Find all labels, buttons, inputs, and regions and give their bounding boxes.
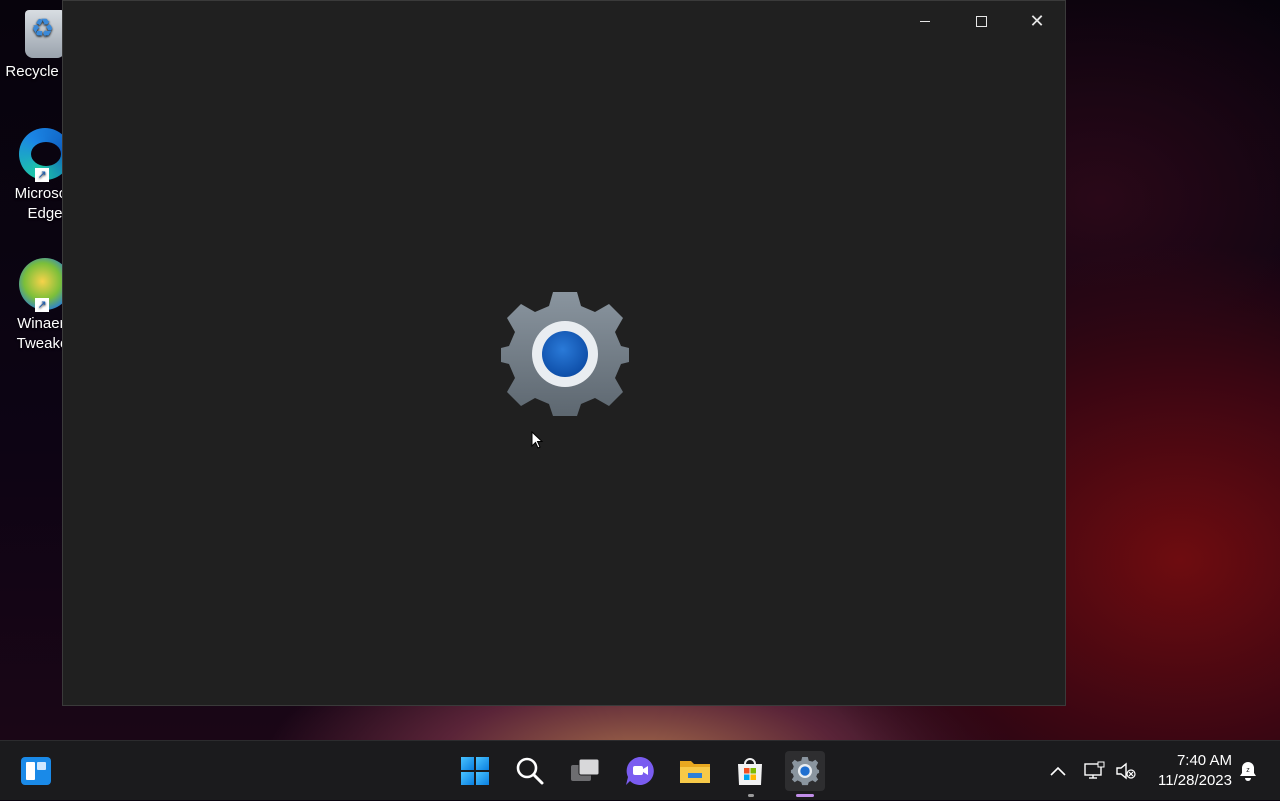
notifications-button[interactable]: z bbox=[1236, 741, 1260, 801]
shortcut-arrow-icon: ↗ bbox=[35, 168, 49, 182]
task-view-button[interactable] bbox=[565, 751, 605, 791]
file-explorer-icon bbox=[680, 761, 710, 783]
show-hidden-icons-button[interactable] bbox=[1046, 741, 1070, 801]
recycle-bin-icon bbox=[25, 10, 65, 58]
maximize-button[interactable] bbox=[953, 1, 1009, 41]
file-explorer-button[interactable] bbox=[675, 751, 715, 791]
volume-button[interactable] bbox=[1114, 741, 1138, 801]
volume-muted-icon bbox=[1116, 762, 1136, 780]
notification-bell-icon: z bbox=[1240, 762, 1256, 781]
network-button[interactable] bbox=[1082, 741, 1106, 801]
microsoft-store-icon bbox=[738, 758, 762, 785]
taskbar: 7:40 AM 11/28/2023 z bbox=[0, 740, 1280, 800]
clock-date: 11/28/2023 bbox=[1158, 772, 1232, 789]
mouse-cursor-icon bbox=[531, 431, 544, 449]
desktop: Recycle Bin ↗ Microsoft Edge ↗ Winaero T… bbox=[0, 0, 1280, 740]
shortcut-arrow-icon: ↗ bbox=[35, 298, 49, 312]
minimize-icon bbox=[920, 20, 930, 22]
network-icon bbox=[1084, 761, 1105, 779]
close-button[interactable]: ✕ bbox=[1009, 1, 1065, 41]
chevron-up-icon bbox=[1050, 766, 1066, 776]
settings-gear-icon bbox=[501, 292, 629, 416]
close-icon: ✕ bbox=[1029, 11, 1045, 31]
clock[interactable]: 7:40 AM 11/28/2023 bbox=[1148, 741, 1232, 801]
minimize-button[interactable] bbox=[897, 1, 953, 41]
search-button[interactable] bbox=[510, 751, 550, 791]
widgets-icon bbox=[21, 757, 51, 785]
settings-taskbar-button[interactable] bbox=[785, 751, 825, 797]
microsoft-store-button[interactable] bbox=[730, 751, 770, 797]
svg-text:z: z bbox=[1246, 767, 1250, 774]
widgets-button[interactable] bbox=[16, 751, 56, 791]
settings-icon bbox=[790, 756, 820, 786]
clock-time: 7:40 AM bbox=[1176, 752, 1232, 769]
chat-icon bbox=[626, 757, 654, 785]
start-icon bbox=[461, 757, 489, 785]
active-app-indicator bbox=[796, 794, 814, 797]
task-view-icon bbox=[571, 758, 600, 781]
maximize-icon bbox=[975, 15, 987, 27]
chat-button[interactable] bbox=[620, 751, 660, 791]
settings-window: ✕ bbox=[62, 0, 1066, 706]
running-indicator bbox=[748, 794, 754, 797]
search-icon bbox=[516, 757, 544, 785]
start-button[interactable] bbox=[455, 751, 495, 791]
